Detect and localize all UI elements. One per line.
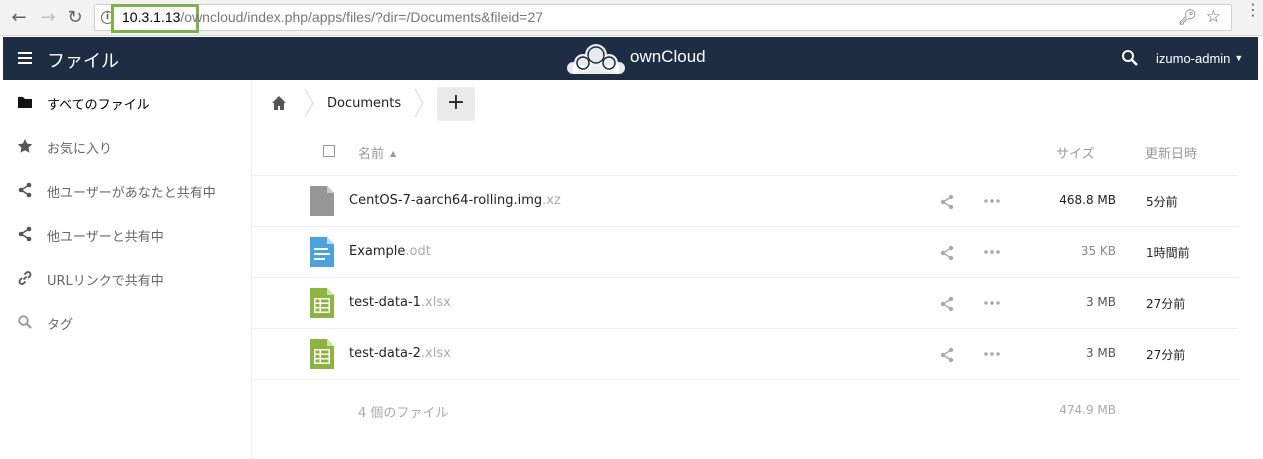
search-icon[interactable] — [1121, 49, 1139, 67]
more-actions-icon[interactable] — [983, 249, 1001, 255]
sidebar-item-tags[interactable]: タグ — [3, 300, 252, 344]
browser-toolbar: ← → ↻ i 10.3.1.13/owncloud/index.php/app… — [0, 0, 1263, 36]
sort-ascending-icon: ▲ — [390, 149, 397, 158]
file-count-summary: 4 個のファイル — [358, 406, 449, 421]
sidebar-item-label: URLリンクで共有中 — [47, 274, 164, 289]
table-row[interactable]: Example.odt 35 KB 1時間前 — [253, 227, 1238, 278]
share-icon[interactable] — [939, 194, 955, 210]
home-icon[interactable] — [271, 95, 287, 111]
sidebar-item-shared-with-others[interactable]: 他ユーザーと共有中 — [3, 212, 252, 256]
share-icon[interactable] — [939, 296, 955, 312]
file-modified: 5分前 — [1146, 195, 1178, 209]
file-extension: .xz — [542, 193, 561, 208]
column-header-modified[interactable]: 更新日時 — [1145, 143, 1197, 162]
file-extension: .odt — [405, 244, 431, 259]
table-row[interactable]: test-data-2.xlsx 3 MB 27分前 — [253, 329, 1238, 380]
more-actions-icon[interactable] — [983, 351, 1001, 357]
sidebar-item-favorites[interactable]: お気に入り — [3, 124, 252, 168]
file-size: 3 MB — [1085, 295, 1116, 309]
main-content: Documents + 名前 ▲ サイズ 更新日時 CentOS-7-aarch6… — [253, 80, 1258, 459]
sidebar-item-label: すべてのファイル — [47, 98, 150, 113]
back-arrow-icon[interactable]: ← — [8, 7, 30, 29]
hamburger-menu-icon[interactable] — [18, 52, 32, 64]
document-file-icon — [310, 237, 334, 267]
share-icon — [18, 182, 32, 198]
sidebar-item-shared-with-you[interactable]: 他ユーザーがあなたと共有中 — [3, 168, 252, 212]
breadcrumb-separator-icon — [304, 88, 314, 118]
archive-file-icon — [310, 186, 334, 216]
file-modified: 27分前 — [1146, 297, 1186, 311]
address-bar[interactable]: i 10.3.1.13/owncloud/index.php/apps/file… — [94, 4, 1232, 33]
column-name-label: 名前 — [358, 147, 385, 162]
forward-arrow-icon[interactable]: → — [37, 7, 59, 29]
share-icon[interactable] — [939, 245, 955, 261]
file-name[interactable]: Example.odt — [349, 244, 431, 259]
file-extension: .xlsx — [420, 346, 451, 361]
brand-name: ownCloud — [630, 47, 706, 66]
user-menu[interactable]: izumo-admin ▼ — [1156, 51, 1243, 66]
breadcrumb-documents[interactable]: Documents — [327, 96, 401, 111]
file-basename: CentOS-7-aarch64-rolling.img — [349, 193, 543, 208]
file-size: 3 MB — [1085, 346, 1116, 360]
spreadsheet-file-icon — [310, 288, 334, 318]
app-header: ファイル ownCloud izumo-admin ▼ — [3, 37, 1258, 80]
folder-icon — [18, 97, 32, 108]
share-icon — [18, 226, 32, 242]
file-modified: 27分前 — [1146, 348, 1186, 362]
key-icon[interactable]: 🔑︎ — [1178, 8, 1197, 26]
sidebar-item-label: 他ユーザーと共有中 — [47, 230, 164, 245]
file-basename: test-data-1 — [349, 295, 421, 310]
url-text[interactable]: 10.3.1.13/owncloud/index.php/apps/files/… — [122, 9, 543, 25]
file-size: 468.8 MB — [1059, 193, 1116, 207]
sidebar-item-label: タグ — [47, 318, 74, 333]
more-actions-icon[interactable] — [983, 198, 1001, 204]
link-icon — [18, 271, 32, 285]
browser-menu-icon[interactable]: ⋮ — [1245, 2, 1261, 18]
file-size: 35 KB — [1080, 244, 1116, 258]
search-icon — [18, 315, 32, 329]
username: izumo-admin — [1156, 51, 1231, 66]
table-row[interactable]: CentOS-7-aarch64-rolling.img.xz 468.8 MB… — [253, 176, 1238, 227]
url-path: /owncloud/index.php/apps/files/?dir=/Doc… — [180, 9, 544, 25]
file-extension: .xlsx — [420, 295, 451, 310]
owncloud-logo-icon — [567, 44, 625, 74]
sidebar-item-label: お気に入り — [47, 142, 113, 157]
file-name[interactable]: CentOS-7-aarch64-rolling.img.xz — [349, 193, 561, 208]
select-all-checkbox[interactable] — [323, 145, 335, 157]
bookmark-star-icon[interactable]: ☆ — [1206, 7, 1221, 27]
more-actions-icon[interactable] — [983, 300, 1001, 306]
column-header-size[interactable]: サイズ — [1056, 143, 1095, 162]
file-modified: 1時間前 — [1146, 246, 1190, 260]
column-header-name[interactable]: 名前 ▲ — [358, 143, 396, 162]
spreadsheet-file-icon — [310, 339, 334, 369]
file-basename: test-data-2 — [349, 346, 421, 361]
total-size-summary: 474.9 MB — [1059, 403, 1116, 417]
caret-down-icon: ▼ — [1234, 53, 1244, 63]
sidebar-item-label: 他ユーザーがあなたと共有中 — [47, 186, 216, 201]
url-host: 10.3.1.13 — [122, 9, 181, 25]
table-row[interactable]: test-data-1.xlsx 3 MB 27分前 — [253, 278, 1238, 329]
reload-icon[interactable]: ↻ — [64, 7, 86, 29]
app-title[interactable]: ファイル — [47, 47, 119, 73]
file-name[interactable]: test-data-2.xlsx — [349, 346, 451, 361]
star-icon — [17, 139, 33, 153]
share-icon[interactable] — [939, 347, 955, 363]
file-basename: Example — [349, 244, 406, 259]
file-table-header: 名前 ▲ サイズ 更新日時 — [253, 126, 1238, 176]
sidebar-item-all-files[interactable]: すべてのファイル — [3, 80, 252, 124]
sidebar: すべてのファイル お気に入り 他ユーザーがあなたと共有中 他ユーザーと共有中 U… — [3, 80, 252, 459]
new-file-button[interactable]: + — [437, 87, 475, 121]
sidebar-item-shared-by-link[interactable]: URLリンクで共有中 — [3, 256, 252, 300]
file-name[interactable]: test-data-1.xlsx — [349, 295, 451, 310]
breadcrumb-separator-icon — [414, 88, 424, 118]
